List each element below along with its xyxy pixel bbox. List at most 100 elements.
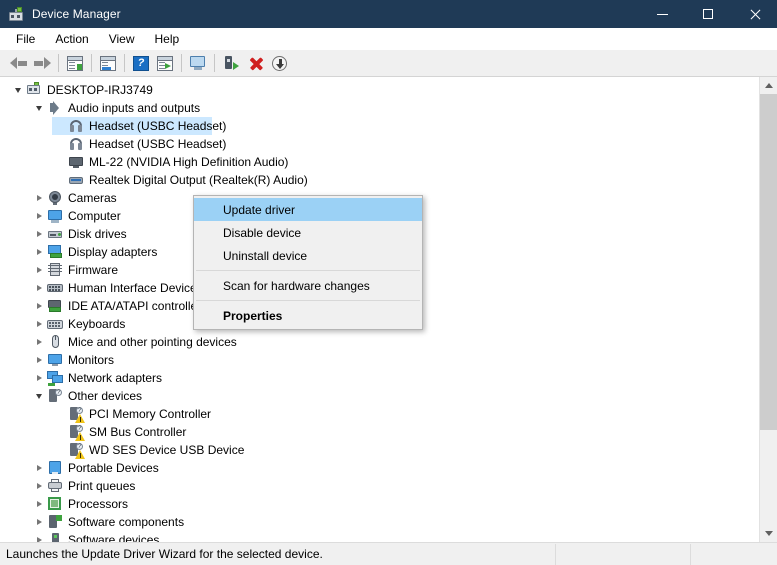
tree-item[interactable]: Processors — [0, 495, 759, 513]
computer-icon — [47, 208, 63, 224]
close-button[interactable] — [731, 0, 777, 28]
tree-item[interactable]: Monitors — [0, 351, 759, 369]
tree-twisty[interactable] — [31, 243, 47, 261]
menu-action[interactable]: Action — [45, 30, 98, 48]
scroll-up-button[interactable] — [760, 77, 777, 94]
tree-twisty[interactable] — [31, 351, 47, 369]
tree-twisty[interactable] — [52, 135, 68, 153]
tree-item[interactable]: ? SM Bus Controller — [0, 423, 759, 441]
tree-item[interactable]: Print queues — [0, 477, 759, 495]
tree-item[interactable]: Portable Devices — [0, 459, 759, 477]
context-menu-item[interactable]: Update driver — [194, 198, 422, 221]
tree-item-label: Keyboards — [68, 317, 126, 331]
tree-twisty[interactable] — [31, 189, 47, 207]
expand-chevron-icon — [36, 357, 42, 363]
chevron-up-icon — [764, 83, 773, 88]
tree-twisty[interactable] — [31, 333, 47, 351]
tree-item-label: Headset (USBC Headset) — [89, 137, 227, 151]
tree-twisty[interactable] — [10, 81, 26, 99]
toolbar-separator — [58, 54, 59, 72]
tree-item[interactable]: DESKTOP-IRJ3749 — [0, 81, 759, 99]
menu-file[interactable]: File — [6, 30, 45, 48]
tree-item[interactable]: ? WD SES Device USB Device — [0, 441, 759, 459]
tree-item[interactable]: Realtek Digital Output (Realtek(R) Audio… — [0, 171, 759, 189]
tree-twisty[interactable] — [31, 225, 47, 243]
scrollbar-thumb[interactable] — [760, 94, 777, 431]
tree-item-label: Print queues — [68, 479, 136, 493]
tree-twisty[interactable] — [31, 279, 47, 297]
tree-twisty[interactable] — [31, 261, 47, 279]
expand-chevron-icon — [36, 231, 42, 237]
menu-view[interactable]: View — [99, 30, 145, 48]
update-driver-icon — [157, 55, 173, 71]
disk-drive-icon — [47, 226, 63, 242]
context-menu-item[interactable]: Properties — [194, 304, 422, 327]
enable-device-button[interactable] — [219, 52, 243, 74]
update-driver-button[interactable] — [153, 52, 177, 74]
keyboard-icon — [47, 316, 63, 332]
expand-chevron-icon — [36, 339, 42, 345]
menu-help[interactable]: Help — [145, 30, 190, 48]
uninstall-device-button[interactable] — [243, 52, 267, 74]
expand-chevron-icon — [36, 195, 42, 201]
tree-item[interactable]: ML-22 (NVIDIA High Definition Audio) — [0, 153, 759, 171]
tree-twisty[interactable] — [52, 441, 68, 459]
tree-item[interactable]: Headset (USBC Headset) — [0, 135, 759, 153]
tree-twisty[interactable] — [52, 423, 68, 441]
context-menu[interactable]: Update driver Disable device Uninstall dev… — [193, 195, 423, 330]
status-segment-3 — [691, 544, 777, 565]
expand-chevron-icon — [36, 465, 42, 471]
unknown-device-warning-icon: ? — [68, 406, 85, 423]
minimize-icon — [656, 13, 668, 15]
tree-item-label: Software devices — [68, 533, 160, 542]
tree-twisty[interactable] — [31, 387, 47, 405]
context-menu-item[interactable]: Disable device — [194, 221, 422, 244]
tree-twisty[interactable] — [31, 315, 47, 333]
tree-item[interactable]: ? Other devices — [0, 387, 759, 405]
tree-item[interactable]: Software devices — [0, 531, 759, 542]
tree-item[interactable]: Headset (USBC Headset) — [0, 117, 759, 135]
camera-icon — [47, 190, 63, 206]
tree-twisty[interactable] — [52, 153, 68, 171]
download-button[interactable] — [267, 52, 291, 74]
device-manager-window: Device Manager File Action View Help ? D… — [0, 0, 777, 565]
context-menu-item[interactable]: Scan for hardware changes — [194, 274, 422, 297]
tree-item[interactable]: Network adapters — [0, 369, 759, 387]
forward-button[interactable] — [30, 52, 54, 74]
maximize-button[interactable] — [685, 0, 731, 28]
tree-item[interactable]: Mice and other pointing devices — [0, 333, 759, 351]
tree-twisty[interactable] — [31, 297, 47, 315]
tree-twisty[interactable] — [31, 207, 47, 225]
menu-bar: File Action View Help — [0, 28, 777, 50]
scroll-down-button[interactable] — [760, 525, 777, 542]
tree-item-label: DESKTOP-IRJ3749 — [47, 83, 153, 97]
tree-twisty[interactable] — [52, 171, 68, 189]
tree-twisty[interactable] — [31, 531, 47, 542]
status-segment-2 — [556, 543, 691, 565]
tree-item[interactable]: Software components — [0, 513, 759, 531]
unknown-device-warning-icon: ? — [68, 424, 85, 441]
tree-twisty[interactable] — [52, 405, 68, 423]
back-button[interactable] — [6, 52, 30, 74]
properties-button[interactable] — [96, 52, 120, 74]
show-hide-console-tree-button[interactable] — [63, 52, 87, 74]
scan-hardware-changes-button[interactable] — [186, 52, 210, 74]
tree-twisty[interactable] — [31, 459, 47, 477]
toolbar-separator — [91, 54, 92, 72]
tree-twisty[interactable] — [31, 99, 47, 117]
vertical-scrollbar[interactable] — [759, 77, 777, 542]
minimize-button[interactable] — [639, 0, 685, 28]
tree-twisty[interactable] — [31, 495, 47, 513]
tree-item[interactable]: Audio inputs and outputs — [0, 99, 759, 117]
tree-twisty[interactable] — [52, 117, 68, 135]
help-button[interactable]: ? — [129, 52, 153, 74]
monitor-icon — [47, 352, 63, 368]
expand-chevron-icon — [36, 519, 42, 525]
tree-item[interactable]: ? PCI Memory Controller — [0, 405, 759, 423]
tree-twisty[interactable] — [31, 477, 47, 495]
scrollbar-track[interactable] — [760, 94, 777, 525]
tree-twisty[interactable] — [31, 369, 47, 387]
tree-twisty[interactable] — [31, 513, 47, 531]
tree-item-label: Disk drives — [68, 227, 127, 241]
context-menu-item[interactable]: Uninstall device — [194, 244, 422, 267]
